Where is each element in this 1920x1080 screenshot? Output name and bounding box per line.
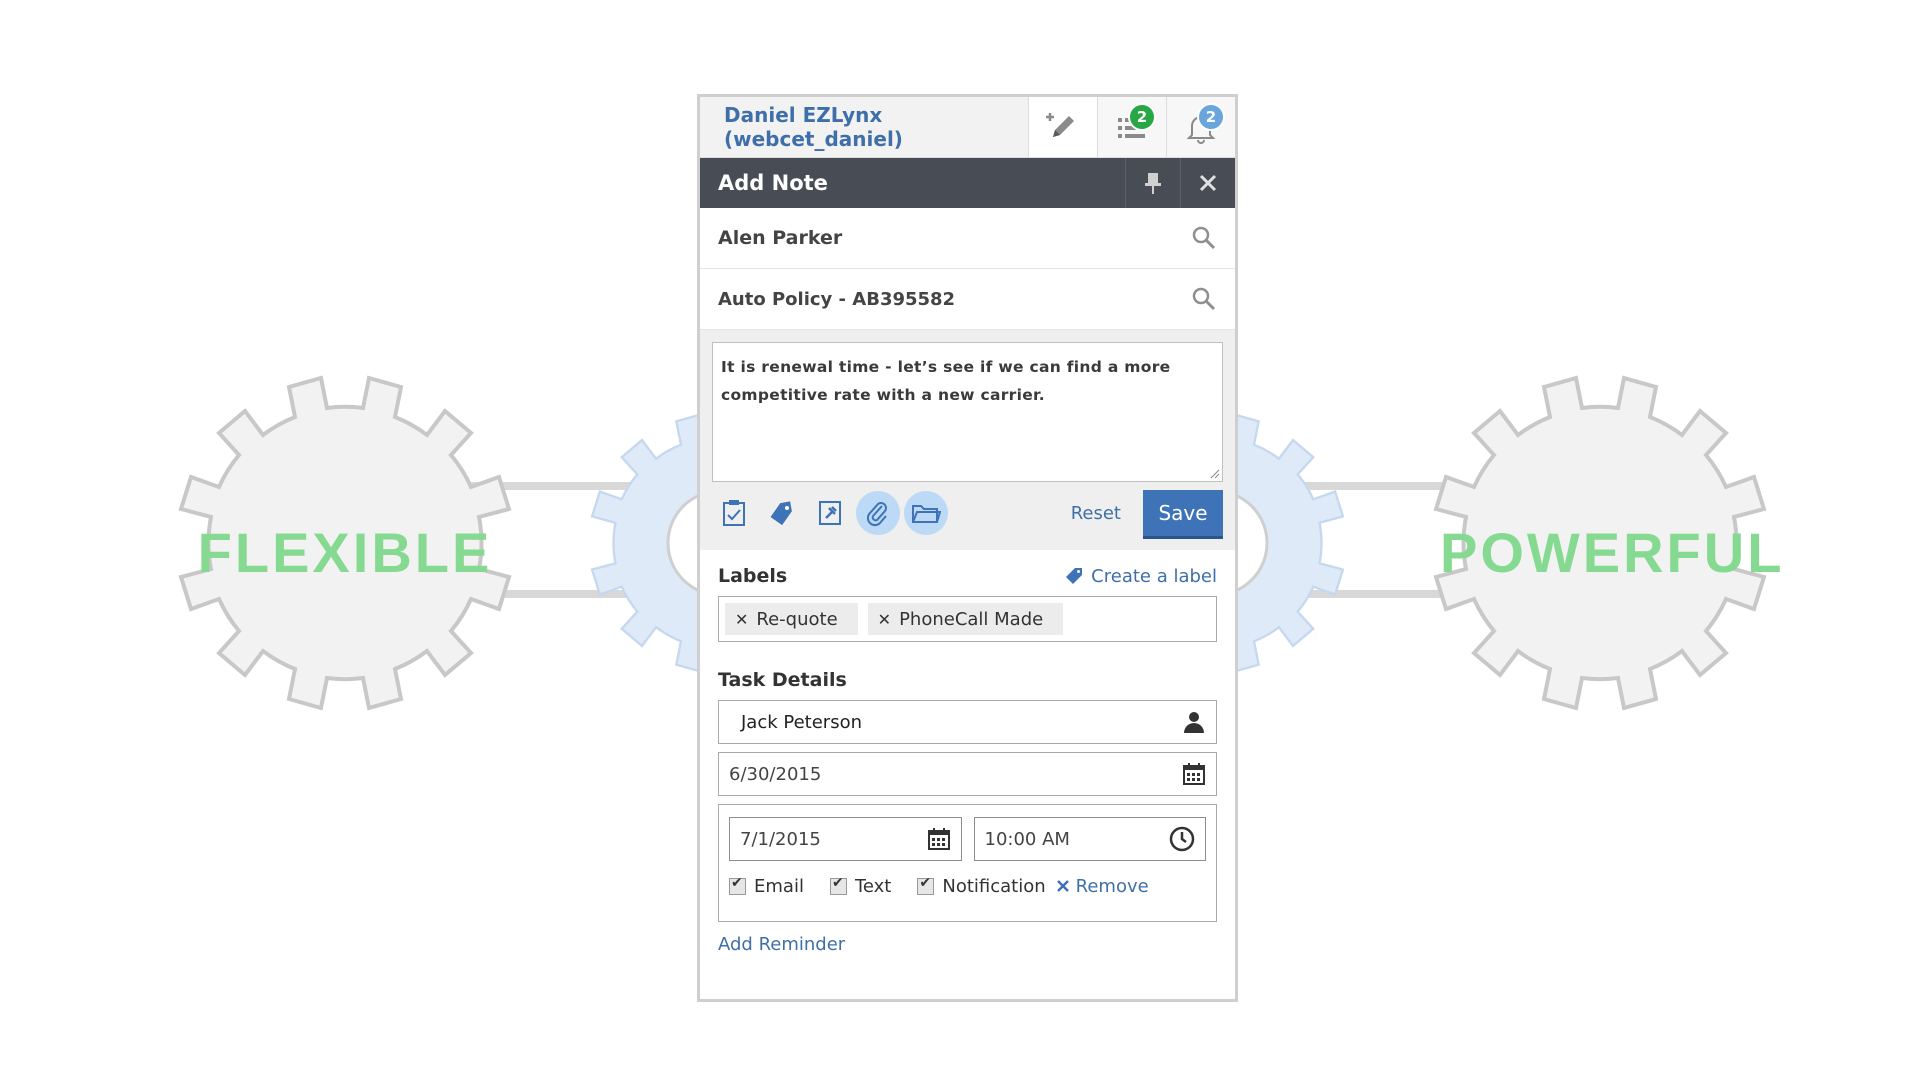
add-note-panel: Daniel EZLynx (webcet_daniel) 2 2 Add No… (697, 94, 1238, 1002)
remove-reminder-text: Remove (1075, 875, 1149, 897)
powerful-label: POWERFUL (1440, 521, 1785, 584)
pin-note-tool-button[interactable] (808, 491, 852, 535)
checkbox-checked[interactable] (729, 875, 746, 895)
note-editor-area: It is renewal time - let’s see if we can… (700, 330, 1235, 550)
due-date-field[interactable]: 6/30/2015 (718, 752, 1217, 796)
reminder-time-value: 10:00 AM (984, 828, 1070, 850)
note-toolbar: Reset Save (712, 482, 1223, 544)
close-button[interactable] (1180, 158, 1235, 208)
label-chip-text: Re-quote (756, 608, 838, 630)
due-date-value: 6/30/2015 (729, 763, 822, 785)
create-label-text: Create a label (1091, 565, 1217, 587)
person-icon[interactable] (1182, 710, 1206, 734)
contact-field[interactable]: Alen Parker (700, 208, 1235, 269)
notifications-badge: 2 (1197, 103, 1225, 131)
text-checkbox[interactable]: Text (829, 875, 892, 897)
note-textarea[interactable]: It is renewal time - let’s see if we can… (712, 342, 1223, 482)
labels-input[interactable]: ✕ Re-quote ✕ PhoneCall Made (718, 596, 1217, 642)
create-label-link[interactable]: Create a label (1065, 566, 1217, 587)
contact-value: Alen Parker (718, 227, 843, 249)
task-details-heading: Task Details (718, 669, 847, 691)
remove-reminder-link[interactable]: Remove (1056, 876, 1149, 897)
pin-note-icon (819, 501, 841, 525)
calendar-icon[interactable] (927, 827, 951, 851)
notification-option-label: Notification (942, 875, 1046, 897)
label-icon (1066, 568, 1083, 584)
search-icon[interactable] (1191, 286, 1217, 312)
assignee-field[interactable]: Jack Peterson (718, 700, 1217, 744)
label-tool-button[interactable] (760, 491, 804, 535)
remove-chip-icon[interactable]: ✕ (735, 610, 748, 629)
paperclip-icon (866, 502, 887, 527)
remove-chip-icon[interactable]: ✕ (878, 610, 891, 629)
reminder-date-field[interactable]: 7/1/2015 (729, 817, 962, 861)
resize-handle-icon[interactable] (1210, 469, 1220, 479)
clock-icon[interactable] (1169, 826, 1195, 852)
policy-value: Auto Policy - AB395582 (718, 288, 956, 310)
label-chip: ✕ PhoneCall Made (867, 603, 1064, 635)
reminder-date-value: 7/1/2015 (740, 828, 821, 850)
pencil-plus-icon (1046, 113, 1074, 137)
user-name-link[interactable]: Daniel EZLynx (webcet_daniel) (700, 97, 1029, 157)
attach-tool-button[interactable] (856, 491, 900, 535)
label-chip-text: PhoneCall Made (899, 608, 1044, 630)
add-reminder-link[interactable]: Add Reminder (700, 922, 1235, 967)
reminder-options: Email Text Notification Remove (729, 861, 1206, 911)
pin-button[interactable] (1125, 158, 1180, 208)
labels-heading: Labels (718, 565, 788, 587)
add-note-tab[interactable] (1029, 97, 1098, 157)
calendar-icon[interactable] (1182, 762, 1206, 786)
pin-icon (1145, 173, 1161, 194)
top-bar: Daniel EZLynx (webcet_daniel) 2 2 (700, 97, 1235, 158)
notifications-tab[interactable]: 2 (1167, 97, 1235, 157)
task-section: Task Details Jack Peterson 6/30/2015 7/1 (700, 660, 1235, 922)
checkbox-checked[interactable] (829, 875, 847, 895)
text-option-label: Text (854, 875, 892, 897)
close-icon (1199, 174, 1217, 192)
tasks-badge: 2 (1128, 103, 1156, 131)
labels-section: Labels Create a label ✕ Re-quote ✕ Phone… (700, 556, 1235, 642)
reminder-box: 7/1/2015 10:00 AM ✔ Email ✔ Text ✔ Notif… (718, 804, 1217, 922)
label-chip: ✕ Re-quote (725, 603, 858, 635)
reset-link[interactable]: Reset (1071, 503, 1121, 524)
email-option-label: Email (754, 875, 804, 897)
folder-icon (912, 505, 941, 523)
task-tool-button[interactable] (712, 491, 756, 535)
note-text: It is renewal time - let’s see if we can… (721, 358, 1171, 404)
label-icon (770, 501, 792, 526)
save-button[interactable]: Save (1143, 490, 1223, 536)
clipboard-check-icon (723, 500, 745, 526)
notification-checkbox[interactable]: Notification (917, 875, 1046, 897)
close-icon (1056, 880, 1069, 892)
assignee-value: Jack Peterson (741, 711, 862, 733)
tasks-tab[interactable]: 2 (1098, 97, 1167, 157)
checkbox-checked[interactable] (917, 875, 935, 895)
dialog-titlebar: Add Note (700, 158, 1235, 208)
reminder-time-field[interactable]: 10:00 AM (973, 817, 1206, 861)
flexible-label: FLEXIBLE (197, 521, 493, 584)
policy-field[interactable]: Auto Policy - AB395582 (700, 269, 1235, 330)
folder-tool-button[interactable] (904, 491, 948, 535)
dialog-title: Add Note (718, 171, 828, 195)
email-checkbox[interactable]: Email (729, 875, 804, 897)
search-icon[interactable] (1191, 225, 1217, 251)
